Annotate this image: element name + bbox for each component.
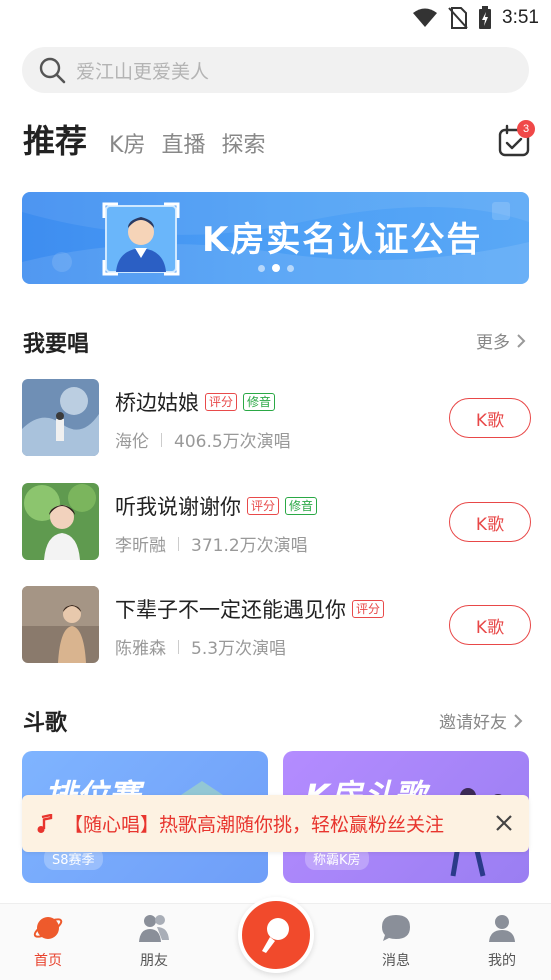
- song-artist: 海伦: [115, 432, 149, 452]
- status-time: 3:51: [502, 7, 539, 28]
- battle-section-title: 斗歌: [23, 711, 68, 736]
- sing-more-link[interactable]: 更多: [476, 328, 526, 353]
- song-row[interactable]: 桥边姑娘 评分 修音 海伦 406.5万次演唱 K歌: [22, 379, 531, 457]
- sing-section-title: 我要唱: [23, 332, 90, 357]
- song-title: 桥边姑娘: [115, 391, 199, 415]
- banner-pagination: [258, 264, 294, 272]
- score-tag: 评分: [205, 393, 238, 411]
- banner-dot-active: [272, 264, 280, 272]
- invite-friends-label: 邀请好友: [439, 713, 507, 733]
- tab-k-room[interactable]: K房: [109, 127, 145, 159]
- song-plays: 371.2万次演唱: [191, 536, 308, 556]
- nav-home-label: 首页: [34, 953, 62, 969]
- search-icon: [39, 57, 66, 84]
- divider: [161, 432, 162, 447]
- divider: [178, 536, 179, 551]
- tab-live[interactable]: 直播: [161, 127, 205, 159]
- song-artist: 李昕融: [115, 536, 166, 556]
- k-sing-button[interactable]: K歌: [449, 605, 531, 645]
- nav-messages-label: 消息: [382, 953, 410, 969]
- song-plays: 406.5万次演唱: [174, 432, 291, 452]
- promo-toast[interactable]: 【随心唱】热歌高潮随你挑，轻松赢粉丝关注: [22, 795, 529, 852]
- search-bar[interactable]: 爱江山更爱美人: [22, 47, 529, 93]
- banner-dot: [258, 264, 265, 272]
- no-sim-icon: [448, 7, 468, 29]
- song-cover: [22, 586, 99, 663]
- song-artist: 陈雅森: [115, 639, 166, 659]
- tune-tag: 修音: [285, 497, 318, 515]
- k-sing-button[interactable]: K歌: [449, 502, 531, 542]
- top-tabs: 推荐 K房 直播 探索: [23, 116, 281, 162]
- chevron-right-icon: [514, 713, 523, 728]
- banner-title: K房实名认证公告: [202, 220, 483, 260]
- user-icon: [489, 915, 515, 942]
- invite-friends-link[interactable]: 邀请好友: [439, 708, 523, 733]
- score-tag: 评分: [352, 600, 385, 618]
- microphone-icon: [262, 918, 289, 953]
- song-cover: [22, 379, 99, 456]
- calendar-badge: 3: [517, 120, 535, 138]
- song-plays: 5.3万次演唱: [191, 639, 287, 659]
- banner-dot: [287, 264, 294, 272]
- chat-bubble-icon: [382, 915, 410, 941]
- battery-icon: [479, 6, 492, 29]
- friends-icon: [139, 915, 169, 942]
- divider: [178, 639, 179, 654]
- tab-recommend[interactable]: 推荐: [23, 116, 87, 162]
- sing-mic-button[interactable]: [238, 897, 314, 973]
- nav-me-label: 我的: [488, 953, 516, 969]
- song-row[interactable]: 下辈子不一定还能遇见你 评分 陈雅森 5.3万次演唱 K歌: [22, 586, 531, 664]
- song-row[interactable]: 听我说谢谢你 评分 修音 李昕融 371.2万次演唱 K歌: [22, 483, 531, 561]
- tab-explore[interactable]: 探索: [221, 127, 265, 159]
- nav-friends-label: 朋友: [140, 953, 168, 969]
- music-note-icon: [37, 813, 53, 833]
- song-title: 听我说谢谢你: [115, 495, 241, 519]
- tune-tag: 修音: [243, 393, 276, 411]
- status-bar: 3:51: [0, 0, 551, 36]
- toast-text: 【随心唱】热歌高潮随你挑，轻松赢粉丝关注: [64, 814, 445, 836]
- k-sing-button[interactable]: K歌: [449, 398, 531, 438]
- chevron-right-icon: [517, 333, 526, 348]
- song-cover: [22, 483, 99, 560]
- close-icon[interactable]: [493, 812, 515, 834]
- wifi-icon: [413, 8, 438, 27]
- nav-me[interactable]: 我的: [472, 912, 532, 970]
- planet-icon: [33, 917, 63, 939]
- search-placeholder: 爱江山更爱美人: [76, 60, 210, 83]
- id-verification-icon: [102, 202, 180, 276]
- nav-messages[interactable]: 消息: [366, 912, 426, 970]
- song-title: 下辈子不一定还能遇见你: [115, 598, 346, 622]
- sing-more-label: 更多: [476, 333, 510, 353]
- nav-home[interactable]: 首页: [18, 912, 78, 970]
- score-tag: 评分: [247, 497, 280, 515]
- nav-friends[interactable]: 朋友: [124, 912, 184, 970]
